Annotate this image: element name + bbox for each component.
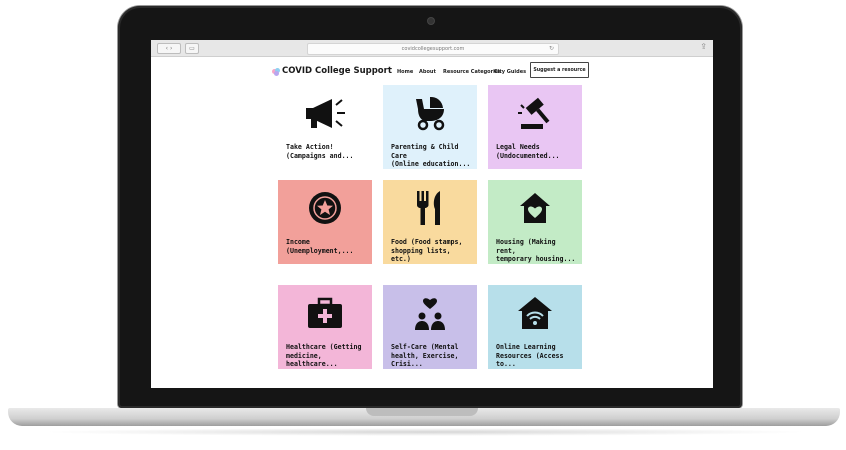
share-icon[interactable]: ⇪ <box>700 42 707 51</box>
suggest-resource-button[interactable]: Suggest a resource <box>530 62 589 78</box>
tile-online-learning[interactable]: Online Learning Resources (Access to... <box>488 285 582 369</box>
browser-toolbar: ‹ › ▭ covidcollegesupport.com ↻ ⇪ <box>151 40 713 57</box>
megaphone-icon <box>278 93 372 133</box>
tile-take-action[interactable]: Take Action! (Campaigns and... <box>278 85 372 169</box>
tile-label: Housing (Making rent, temporary housing.… <box>496 238 576 263</box>
tile-housing[interactable]: Housing (Making rent, temporary housing.… <box>488 180 582 264</box>
tile-self-care[interactable]: Self-Care (Mental health, Exercise, Cris… <box>383 285 477 369</box>
gavel-icon <box>488 93 582 133</box>
nav-home[interactable]: Home <box>397 69 413 75</box>
tile-label: Food (Food stamps, shopping lists, etc.) <box>391 238 463 263</box>
site-header: COVID College Support Home About Resourc… <box>151 57 713 83</box>
webcam <box>428 18 434 24</box>
sidebar-toggle-icon[interactable]: ▭ <box>185 43 199 54</box>
coin-icon <box>278 188 372 228</box>
tile-label: Take Action! (Campaigns and... <box>286 143 354 160</box>
tile-food[interactable]: Food (Food stamps, shopping lists, etc.) <box>383 180 477 264</box>
self-care-icon <box>383 293 477 333</box>
logo-icon <box>272 68 280 76</box>
nav-city-guides[interactable]: City Guides <box>494 69 526 75</box>
tile-label: Parenting & Child Care (Online education… <box>391 143 471 168</box>
tile-parenting-child-care[interactable]: Parenting & Child Care (Online education… <box>383 85 477 169</box>
tile-label: Healthcare (Getting medicine, healthcare… <box>286 343 362 368</box>
stroller-icon <box>383 93 477 133</box>
nav-resource-categories[interactable]: Resource Categories <box>443 69 501 75</box>
medical-kit-icon <box>278 293 372 333</box>
house-wifi-icon <box>488 293 582 333</box>
tile-legal-needs[interactable]: Legal Needs (Undocumented... <box>488 85 582 169</box>
laptop-shadow <box>40 428 810 436</box>
reload-icon[interactable]: ↻ <box>549 44 554 54</box>
tile-label: Legal Needs (Undocumented... <box>496 143 560 160</box>
laptop-screen: ‹ › ▭ covidcollegesupport.com ↻ ⇪ COVID … <box>151 40 713 388</box>
tile-label: Self-Care (Mental health, Exercise, Cris… <box>391 343 459 368</box>
tile-label: Income (Unemployment,... <box>286 238 354 255</box>
back-forward-buttons[interactable]: ‹ › <box>157 43 181 54</box>
tile-healthcare[interactable]: Healthcare (Getting medicine, healthcare… <box>278 285 372 369</box>
tile-income[interactable]: Income (Unemployment,... <box>278 180 372 264</box>
address-bar[interactable]: covidcollegesupport.com ↻ <box>307 43 559 55</box>
url-text: covidcollegesupport.com <box>401 46 465 52</box>
house-heart-icon <box>488 188 582 228</box>
utensils-icon <box>383 188 477 228</box>
laptop-notch <box>366 408 478 416</box>
nav-about[interactable]: About <box>419 69 436 75</box>
tile-label: Online Learning Resources (Access to... <box>496 343 564 368</box>
site-logo[interactable]: COVID College Support <box>282 66 392 76</box>
